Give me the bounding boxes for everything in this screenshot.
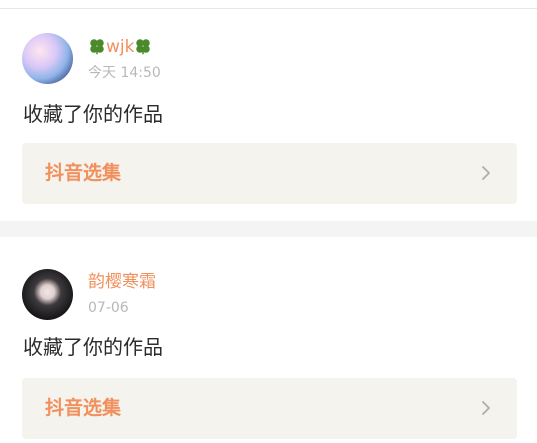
avatar[interactable]: [22, 269, 73, 320]
notification-card: wjk 今天 14:50 收藏了你的作品 抖音选集: [0, 9, 537, 221]
work-link[interactable]: 抖音选集: [22, 378, 517, 439]
top-divider: [0, 0, 537, 9]
clover-icon: [88, 37, 106, 60]
work-title: 抖音选集: [45, 162, 122, 184]
username[interactable]: wjk: [88, 37, 152, 60]
notification-card: 韵樱寒霜 07-06 收藏了你的作品 抖音选集: [0, 237, 537, 443]
notification-message: 收藏了你的作品: [23, 335, 163, 359]
avatar[interactable]: [22, 33, 73, 84]
username[interactable]: 韵樱寒霜: [88, 272, 156, 292]
timestamp: 今天 14:50: [88, 65, 161, 81]
notification-message: 收藏了你的作品: [23, 102, 163, 126]
timestamp: 07-06: [88, 300, 129, 316]
card-separator: [0, 221, 537, 237]
work-link[interactable]: 抖音选集: [22, 143, 517, 204]
username-text: wjk: [106, 37, 135, 57]
chevron-right-icon: [482, 166, 490, 180]
chevron-right-icon: [482, 401, 490, 415]
work-title: 抖音选集: [45, 397, 122, 419]
clover-icon: [134, 37, 152, 60]
